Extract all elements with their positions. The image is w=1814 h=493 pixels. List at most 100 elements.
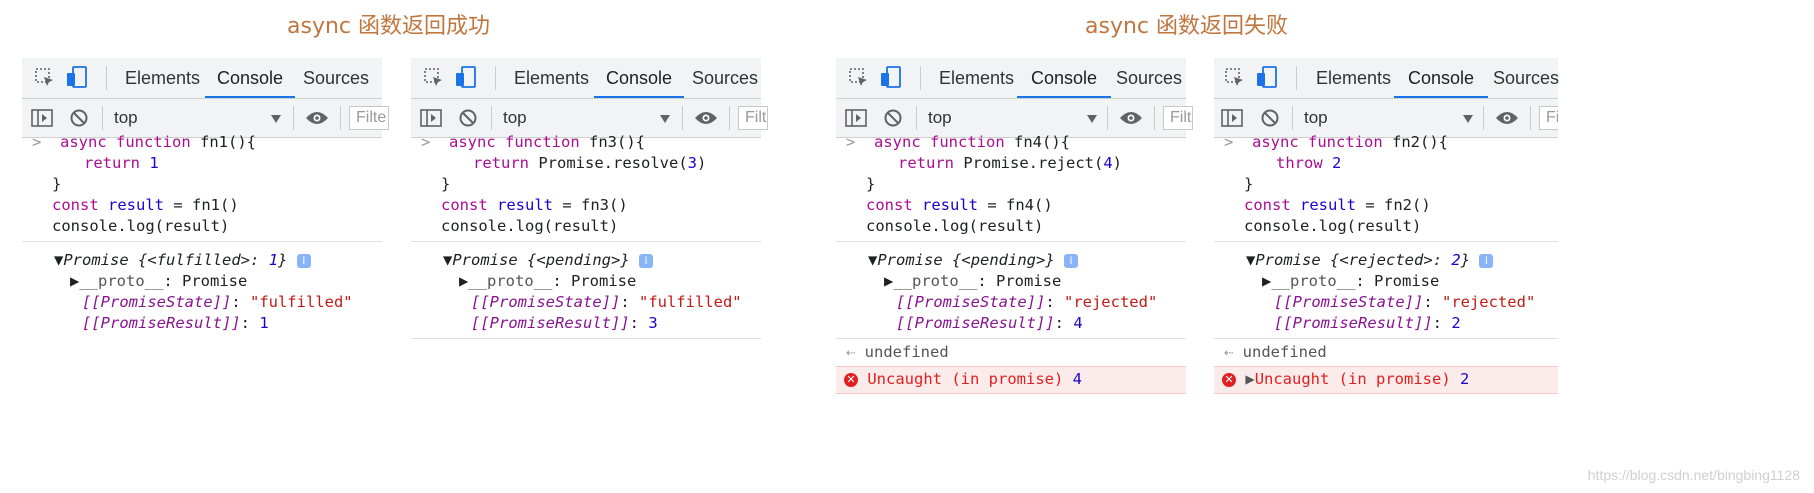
devtools-panel-fn2: Elements Console Sources top Fi > async … xyxy=(1214,58,1559,430)
separator xyxy=(1530,106,1531,130)
inspect-element-icon[interactable] xyxy=(848,67,870,89)
info-icon[interactable]: i xyxy=(296,253,311,268)
chevron-down-icon[interactable] xyxy=(1086,114,1098,124)
separator xyxy=(920,66,921,90)
tab-console[interactable]: Console xyxy=(594,58,685,98)
device-toolbar-icon[interactable] xyxy=(66,65,88,89)
return-value-line: ⇠ undefined xyxy=(1224,343,1327,361)
input-line-3: } xyxy=(1244,175,1254,193)
tab-elements[interactable]: Elements xyxy=(125,58,200,98)
proto-line[interactable]: ▶__proto__: Promise xyxy=(459,271,636,293)
inspect-element-icon[interactable] xyxy=(34,67,56,89)
eye-icon[interactable] xyxy=(1495,110,1519,126)
input-line-2: return 1 xyxy=(84,154,159,172)
input-line-2: throw 2 xyxy=(1276,154,1342,172)
input-line-5: console.log(result) xyxy=(52,217,230,235)
separator xyxy=(682,106,683,130)
expand-right-icon[interactable]: ▶ xyxy=(884,272,893,290)
expand-right-icon[interactable]: ▶ xyxy=(1245,370,1254,388)
clear-console-icon[interactable] xyxy=(883,108,903,128)
tab-sources[interactable]: Sources xyxy=(1493,58,1559,98)
divider xyxy=(22,241,382,242)
eye-icon[interactable] xyxy=(694,110,718,126)
tab-elements[interactable]: Elements xyxy=(939,58,1014,98)
separator xyxy=(1292,106,1293,130)
input-line-4: const result = fn4() xyxy=(866,196,1053,214)
inspect-element-icon[interactable] xyxy=(423,67,445,89)
device-toolbar-icon[interactable] xyxy=(880,65,902,89)
expand-down-icon[interactable]: ▼ xyxy=(868,251,877,269)
proto-line[interactable]: ▶__proto__: Promise xyxy=(1262,271,1439,293)
clear-console-icon[interactable] xyxy=(458,108,478,128)
sidebar-toggle-icon[interactable] xyxy=(420,109,442,127)
promise-summary[interactable]: ▼Promise {<rejected>: 2} i xyxy=(1246,250,1494,272)
heading-success: async 函数返回成功 xyxy=(287,14,490,39)
filter-input[interactable]: Fi xyxy=(1539,106,1558,130)
eye-icon[interactable] xyxy=(305,110,329,126)
info-icon[interactable]: i xyxy=(1064,253,1079,268)
clear-console-icon[interactable] xyxy=(1260,108,1280,128)
expand-down-icon[interactable]: ▼ xyxy=(1246,251,1255,269)
input-line-2: return Promise.resolve(3) xyxy=(473,154,707,172)
devtools-panel-fn4: Elements Console Sources top Filt > asyn… xyxy=(836,58,1193,430)
error-icon: ✕ xyxy=(844,372,858,387)
expand-right-icon[interactable]: ▶ xyxy=(459,272,468,290)
tab-console[interactable]: Console xyxy=(1394,58,1489,98)
chevron-down-icon[interactable] xyxy=(1462,114,1474,124)
proto-line[interactable]: ▶__proto__: Promise xyxy=(884,271,1061,293)
filter-input[interactable]: Filte xyxy=(349,106,389,130)
promise-summary[interactable]: ▼Promise {<pending>} i xyxy=(443,250,654,272)
device-toolbar-icon[interactable] xyxy=(455,65,477,89)
tab-bar: Elements Console Sources xyxy=(411,58,761,99)
divider xyxy=(411,338,761,339)
tab-bar: Elements Console Sources xyxy=(22,58,382,99)
expand-right-icon[interactable]: ▶ xyxy=(1262,272,1271,290)
sidebar-toggle-icon[interactable] xyxy=(1221,109,1243,127)
separator xyxy=(1483,106,1484,130)
filter-input[interactable]: Filt xyxy=(738,106,768,130)
sidebar-toggle-icon[interactable] xyxy=(31,109,53,127)
promise-state-line: [[PromiseState]]: "rejected" xyxy=(896,293,1158,311)
expand-down-icon[interactable]: ▼ xyxy=(443,251,452,269)
eye-icon[interactable] xyxy=(1119,110,1143,126)
tab-elements[interactable]: Elements xyxy=(514,58,589,98)
filter-input[interactable]: Filt xyxy=(1163,106,1193,130)
promise-summary[interactable]: ▼Promise {<fulfilled>: 1} i xyxy=(54,250,311,272)
error-line[interactable]: ✕ ▶Uncaught (in promise) 2 xyxy=(1222,369,1469,391)
separator xyxy=(729,106,730,130)
expand-right-icon[interactable]: ▶ xyxy=(70,272,79,290)
tab-bar: Elements Console Sources xyxy=(1214,58,1559,99)
separator xyxy=(1107,106,1108,130)
promise-summary[interactable]: ▼Promise {<pending>} i xyxy=(868,250,1079,272)
input-line-1: > async function fn4(){ xyxy=(846,133,1071,151)
proto-line[interactable]: ▶__proto__: Promise xyxy=(70,271,247,293)
tab-sources[interactable]: Sources xyxy=(303,58,369,98)
inspect-element-icon[interactable] xyxy=(1224,67,1246,89)
sidebar-toggle-icon[interactable] xyxy=(845,109,867,127)
promise-state-line: [[PromiseState]]: "fulfilled" xyxy=(471,293,742,311)
tab-console[interactable]: Console xyxy=(205,58,296,98)
info-icon[interactable]: i xyxy=(639,253,654,268)
chevron-down-icon[interactable] xyxy=(659,114,671,124)
input-line-4: const result = fn2() xyxy=(1244,196,1431,214)
tab-sources[interactable]: Sources xyxy=(692,58,758,98)
chevron-down-icon[interactable] xyxy=(270,114,282,124)
promise-result-line: [[PromiseResult]]: 4 xyxy=(896,314,1083,332)
error-line: ✕ Uncaught (in promise) 4 xyxy=(844,369,1082,391)
input-line-3: } xyxy=(441,175,451,193)
separator xyxy=(1154,106,1155,130)
divider xyxy=(836,338,1186,339)
expand-down-icon[interactable]: ▼ xyxy=(54,251,63,269)
tab-console[interactable]: Console xyxy=(1017,58,1112,98)
promise-result-line: [[PromiseResult]]: 3 xyxy=(471,314,658,332)
clear-console-icon[interactable] xyxy=(69,108,89,128)
device-toolbar-icon[interactable] xyxy=(1256,65,1278,89)
divider xyxy=(411,241,761,242)
promise-state-line: [[PromiseState]]: "fulfilled" xyxy=(82,293,353,311)
devtools-panel-fn1: Elements Console Sources top Filte > asy… xyxy=(22,58,389,430)
tab-sources[interactable]: Sources xyxy=(1116,58,1182,98)
info-icon[interactable]: i xyxy=(1479,253,1494,268)
tab-elements[interactable]: Elements xyxy=(1316,58,1391,98)
watermark: https://blog.csdn.net/bingbing1128 xyxy=(1587,467,1800,483)
separator xyxy=(106,66,107,90)
